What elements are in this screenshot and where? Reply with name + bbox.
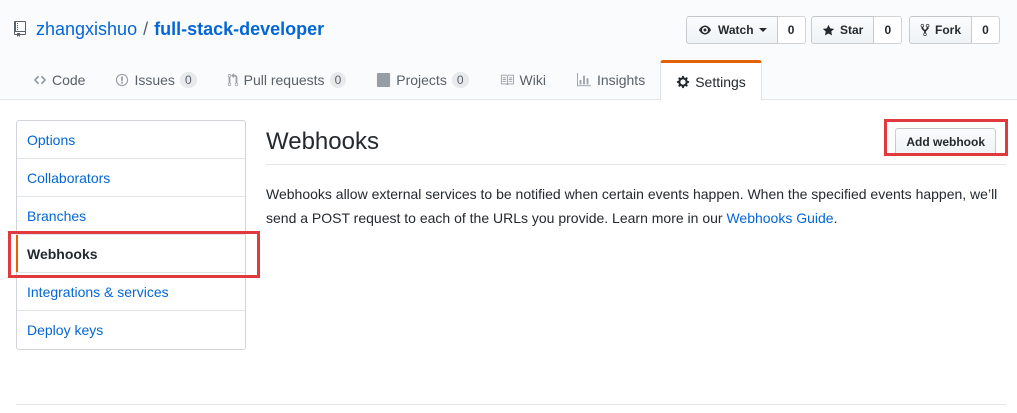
settings-menu: Options Collaborators Branches Webhooks … <box>16 120 246 350</box>
tab-label: Wiki <box>519 72 546 88</box>
menu-item-collaborators[interactable]: Collaborators <box>17 159 245 197</box>
star-icon <box>822 24 835 35</box>
star-count[interactable]: 0 <box>874 16 903 44</box>
issue-icon <box>116 73 129 87</box>
webhooks-description: Webhooks allow external services to be n… <box>266 182 1006 230</box>
repo-icon <box>14 20 28 39</box>
projects-counter: 0 <box>451 72 469 88</box>
book-icon <box>500 74 514 86</box>
tab-pull-requests[interactable]: Pull requests 0 <box>212 60 362 100</box>
watch-label: Watch <box>718 23 754 37</box>
eye-icon <box>699 25 711 35</box>
repo-nav-tabs: Code Issues 0 Pull requests 0 Projects 0… <box>18 60 762 101</box>
repo-name-link[interactable]: full-stack-developer <box>154 19 324 40</box>
star-button[interactable]: Star <box>811 16 875 44</box>
tab-projects[interactable]: Projects 0 <box>361 60 483 100</box>
tab-wiki[interactable]: Wiki <box>484 60 561 100</box>
path-separator: / <box>143 19 149 39</box>
fork-icon <box>920 23 930 37</box>
fork-group: Fork 0 <box>909 16 1001 44</box>
tab-label: Insights <box>596 72 646 88</box>
menu-item-options[interactable]: Options <box>17 121 245 159</box>
code-icon <box>33 75 47 85</box>
tab-label: Pull requests <box>243 72 325 88</box>
pull-requests-counter: 0 <box>329 72 347 88</box>
graph-icon <box>576 73 591 87</box>
watch-button[interactable]: Watch <box>686 16 778 44</box>
tab-code[interactable]: Code <box>18 60 100 100</box>
fork-count[interactable]: 0 <box>972 16 1001 44</box>
main-content: Webhooks Add webhook Webhooks allow exte… <box>266 120 1006 230</box>
repo-owner-link[interactable]: zhangxishuo <box>36 19 137 40</box>
description-end: . <box>833 210 838 226</box>
description-text: Webhooks allow external services to be n… <box>266 186 998 226</box>
watch-count[interactable]: 0 <box>777 16 806 44</box>
menu-item-webhooks[interactable]: Webhooks <box>16 235 245 273</box>
tab-insights[interactable]: Insights <box>561 60 660 100</box>
tab-issues[interactable]: Issues 0 <box>100 60 211 100</box>
gear-icon <box>677 75 690 89</box>
footer-divider <box>16 404 1006 405</box>
tab-label: Code <box>52 72 86 88</box>
tab-label: Projects <box>396 72 447 88</box>
menu-item-branches[interactable]: Branches <box>17 197 245 235</box>
fork-button[interactable]: Fork <box>909 16 973 44</box>
repo-title: zhangxishuo / full-stack-developer <box>14 19 324 40</box>
watch-group: Watch 0 <box>686 16 806 44</box>
tab-settings[interactable]: Settings <box>660 60 762 101</box>
webhooks-guide-link[interactable]: Webhooks Guide <box>726 210 833 226</box>
subhead: Webhooks Add webhook <box>266 120 1006 165</box>
repo-header: zhangxishuo / full-stack-developer Watch… <box>0 0 1017 101</box>
page-title: Webhooks <box>266 128 379 155</box>
chevron-down-icon <box>758 28 767 32</box>
project-icon <box>377 73 391 87</box>
star-label: Star <box>840 23 864 37</box>
pull-request-icon <box>227 73 238 87</box>
star-group: Star 0 <box>811 16 903 44</box>
tab-label: Issues <box>134 72 175 88</box>
fork-label: Fork <box>935 23 962 37</box>
add-webhook-button[interactable]: Add webhook <box>895 128 996 156</box>
tab-label: Settings <box>695 74 746 90</box>
issues-counter: 0 <box>179 72 197 88</box>
menu-item-integrations-services[interactable]: Integrations & services <box>17 273 245 311</box>
menu-item-deploy-keys[interactable]: Deploy keys <box>17 311 245 349</box>
